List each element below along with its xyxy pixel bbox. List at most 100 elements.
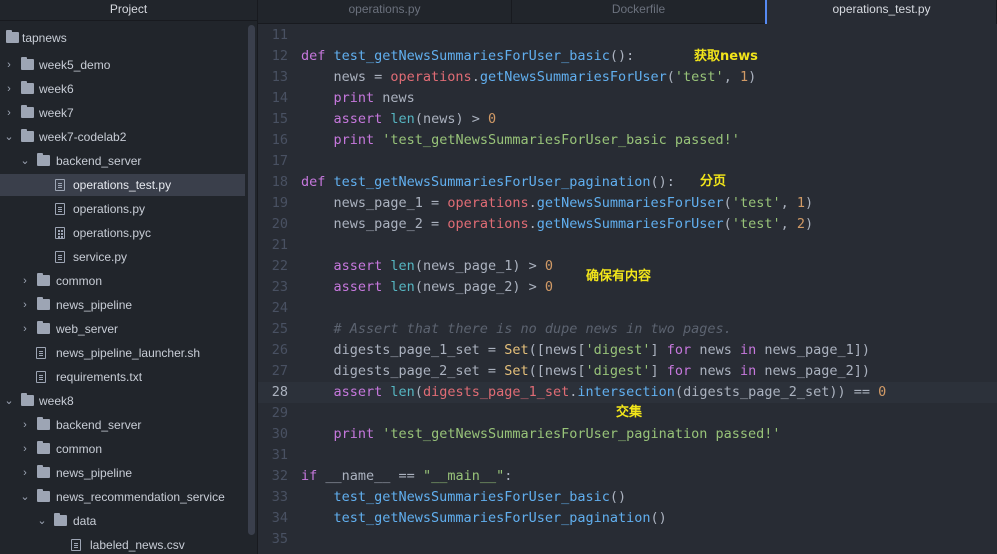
line-number: 27 xyxy=(271,363,288,379)
folder-icon xyxy=(37,321,50,334)
tree-item-file[interactable]: news_pipeline_launcher.sh xyxy=(0,342,245,364)
code-token: (news) > xyxy=(414,111,488,127)
code-line[interactable]: 12 def test_getNewsSummariesForUser_basic… xyxy=(258,46,997,67)
line-number: 18 xyxy=(271,174,288,190)
code-line[interactable]: 20 news_page_2 = operations.getNewsSumma… xyxy=(258,214,997,235)
tree-item-folder[interactable]: › common xyxy=(0,438,245,460)
tree-item-folder[interactable]: › week6 xyxy=(0,78,245,100)
tree-item-file[interactable]: operations.pyc xyxy=(0,222,245,244)
code-token: len xyxy=(390,279,415,295)
code-token: (digests_page_2_set)) == xyxy=(674,384,879,400)
code-line[interactable]: 18 def test_getNewsSummariesForUser_pagin… xyxy=(258,172,997,193)
code-token: print xyxy=(333,90,375,106)
tree-item-root[interactable]: tapnews xyxy=(0,27,245,49)
code-token: Set xyxy=(504,363,529,379)
line-number: 14 xyxy=(271,90,288,106)
folder-icon xyxy=(37,297,50,310)
tree-item-label: web_server xyxy=(56,322,119,336)
code-token: . xyxy=(471,69,480,85)
code-line[interactable]: 16 print 'test_getNewsSummariesForUser_b… xyxy=(258,130,997,151)
sidebar-scrollbar[interactable] xyxy=(248,25,255,535)
code-token: () xyxy=(650,510,667,526)
tree-item-folder[interactable]: › common xyxy=(0,270,245,292)
code-line[interactable]: 28 assert len(digests_page_1_set.interse… xyxy=(258,382,997,403)
code-text: print news xyxy=(301,88,415,109)
chevron-right-icon: › xyxy=(23,443,27,455)
code-token: assert xyxy=(333,384,391,400)
file-text-icon xyxy=(36,371,46,383)
code-token: print xyxy=(333,426,383,442)
sidebar-title[interactable]: Project xyxy=(0,0,257,21)
code-text: news = operations.getNewsSummariesForUse… xyxy=(301,67,757,88)
tree-item-file[interactable]: labeled_news.csv xyxy=(0,534,245,554)
tree-item-file-selected[interactable]: operations_test.py xyxy=(0,174,245,196)
code-line[interactable]: 21 xyxy=(258,235,997,256)
tree-item-folder[interactable]: › week7 xyxy=(0,102,245,124)
code-line[interactable]: 14 print news xyxy=(258,88,997,109)
code-text: test_getNewsSummariesForUser_pagination(… xyxy=(301,508,667,529)
line-number: 20 xyxy=(271,216,288,232)
line-number: 21 xyxy=(271,237,288,253)
tree-item-folder[interactable]: ⌄ data xyxy=(0,510,245,532)
tree-item-folder[interactable]: › web_server xyxy=(0,318,245,340)
code-line[interactable]: 35 xyxy=(258,529,997,550)
folder-icon xyxy=(21,81,34,94)
code-line[interactable]: 11 xyxy=(258,25,997,46)
code-line[interactable]: 24 xyxy=(258,298,997,319)
code-text: news_page_1 = operations.getNewsSummarie… xyxy=(301,193,814,214)
code-text: print 'test_getNewsSummariesForUser_pagi… xyxy=(301,424,781,445)
code-line[interactable]: 17 xyxy=(258,151,997,172)
annotation-fetch-news: 获取news xyxy=(694,49,758,64)
code-line[interactable]: 27 digests_page_2_set = Set([news['diges… xyxy=(258,361,997,382)
line-number: 13 xyxy=(271,69,288,85)
code-token: : xyxy=(504,468,513,484)
code-line[interactable]: 13 news = operations.getNewsSummariesFor… xyxy=(258,67,997,88)
tree-item-folder[interactable]: › backend_server xyxy=(0,414,245,436)
code-line[interactable]: 31 xyxy=(258,445,997,466)
tree-item-file[interactable]: service.py xyxy=(0,246,245,268)
code-line[interactable]: 30 print 'test_getNewsSummariesForUser_p… xyxy=(258,424,997,445)
code-token: 0 xyxy=(544,258,553,274)
code-token: ( xyxy=(666,69,675,85)
tree-item-folder[interactable]: › news_pipeline xyxy=(0,462,245,484)
tree-item-label: backend_server xyxy=(56,154,142,168)
annotation-pagination: 分页 xyxy=(700,174,727,189)
code-line[interactable]: 26 digests_page_1_set = Set([news['diges… xyxy=(258,340,997,361)
tab-operations-test-py[interactable]: operations_test.py xyxy=(765,0,997,24)
code-line[interactable]: 25 # Assert that there is no dupe news i… xyxy=(258,319,997,340)
line-number: 28 xyxy=(271,384,288,400)
code-line[interactable]: 32 if __name__ == "__main__": xyxy=(258,466,997,487)
tree-item-folder[interactable]: › week5_demo xyxy=(0,54,245,76)
folder-open-icon xyxy=(21,393,34,406)
tree-item-folder[interactable]: ⌄ news_recommendation_service xyxy=(0,486,245,508)
tree-item-folder[interactable]: ⌄ week8 xyxy=(0,390,245,412)
tab-dockerfile[interactable]: Dockerfile xyxy=(512,0,766,23)
tree-item-file[interactable]: operations.py xyxy=(0,198,245,220)
tree-item-folder[interactable]: ⌄ backend_server xyxy=(0,150,245,172)
tab-operations-py[interactable]: operations.py xyxy=(258,0,512,23)
folder-icon xyxy=(37,465,50,478)
tree-item-file[interactable]: requirements.txt xyxy=(0,366,245,388)
chevron-right-icon: › xyxy=(7,107,11,119)
code-line[interactable]: 19 news_page_1 = operations.getNewsSumma… xyxy=(258,193,997,214)
code-token: Set xyxy=(504,342,529,358)
line-number: 12 xyxy=(271,48,288,64)
code-token: , xyxy=(780,216,797,232)
tree-item-folder[interactable]: ⌄ week7-codelab2 xyxy=(0,126,245,148)
tree-item-folder[interactable]: › news_pipeline xyxy=(0,294,245,316)
code-token: "__main__" xyxy=(422,468,505,484)
code-line[interactable]: 34 test_getNewsSummariesForUser_paginati… xyxy=(258,508,997,529)
code-token: digests_page_2_set = xyxy=(301,363,505,379)
annotation-intersection: 交集 xyxy=(616,405,643,420)
tree-item-label: requirements.txt xyxy=(56,370,143,384)
code-line[interactable]: 33 test_getNewsSummariesForUser_basic() xyxy=(258,487,997,508)
code-line[interactable]: 15 assert len(news) > 0 xyxy=(258,109,997,130)
code-editor[interactable]: 11 12 def test_getNewsSummariesForUser_bas… xyxy=(258,24,997,554)
file-text-icon xyxy=(36,347,46,359)
code-token: in xyxy=(739,342,757,358)
code-token: , xyxy=(780,195,797,211)
code-text: assert len(news_page_2) > 0 xyxy=(301,277,553,298)
